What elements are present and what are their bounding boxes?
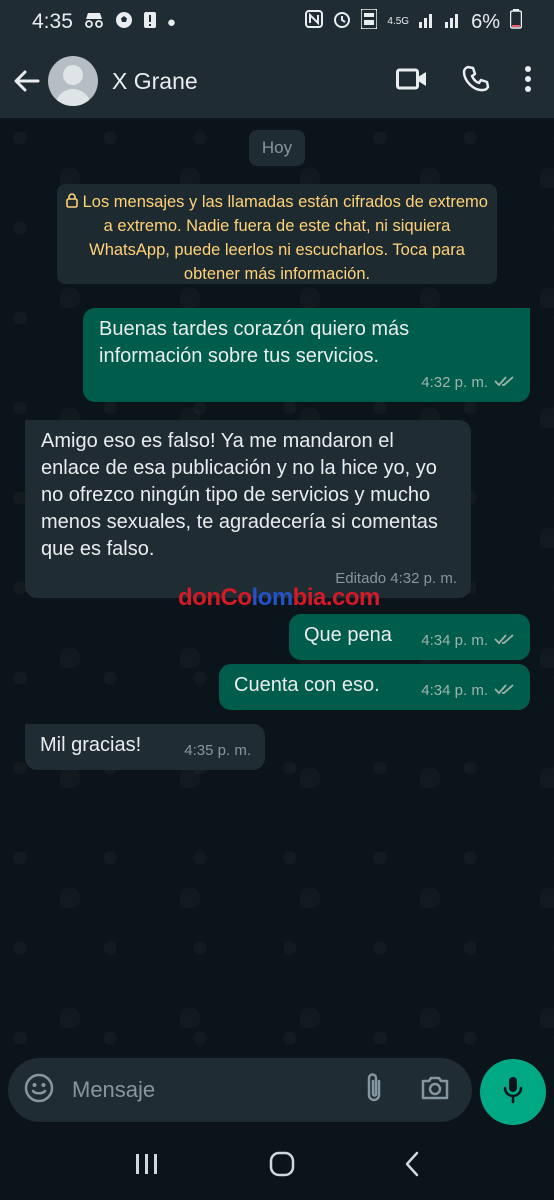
voice-call-icon[interactable]: [462, 65, 490, 98]
status-bar: 4:35 ● 4.5G 6%: [0, 0, 554, 44]
chat-area[interactable]: Hoy Los mensajes y las llamadas están ci…: [0, 118, 554, 1058]
message-time: 4:35 p. m.: [184, 742, 251, 759]
home-icon[interactable]: [269, 1151, 295, 1182]
date-chip: Hoy: [249, 130, 305, 166]
more-options-icon[interactable]: [524, 65, 532, 97]
recent-apps-icon[interactable]: [134, 1152, 160, 1181]
lock-icon: [66, 193, 83, 211]
contact-name[interactable]: X Grane: [112, 68, 198, 95]
volte-icon: [360, 8, 379, 35]
alarm-icon: [333, 10, 351, 34]
emoji-icon[interactable]: [24, 1073, 54, 1108]
dot-icon: ●: [166, 13, 176, 31]
microphone-icon: [503, 1076, 523, 1109]
back-icon[interactable]: [404, 1151, 420, 1182]
battery-percent: 6%: [471, 10, 500, 33]
back-arrow-icon[interactable]: [12, 66, 42, 96]
message-input-bar[interactable]: Mensaje: [8, 1058, 472, 1122]
encryption-text: Los mensajes y las llamadas están cifrad…: [82, 193, 488, 283]
double-check-icon: [494, 627, 516, 654]
message-bubble-outgoing[interactable]: Cuenta con eso. 4:34 p. m.: [219, 664, 530, 710]
signal-icon-1: [419, 10, 435, 34]
alert-icon: [143, 11, 157, 33]
attach-icon[interactable]: [364, 1072, 384, 1109]
signal-icon-2: [445, 10, 461, 34]
nfc-icon: [305, 10, 324, 34]
message-bubble-outgoing[interactable]: Que pena 4:34 p. m.: [289, 614, 530, 660]
network-type: 4.5G: [387, 16, 410, 27]
message-text: Amigo eso es falso! Ya me mandaron el en…: [41, 430, 438, 560]
video-call-icon[interactable]: [396, 67, 428, 96]
status-time: 4:35: [32, 10, 73, 33]
message-bubble-incoming[interactable]: Amigo eso es falso! Ya me mandaron el en…: [25, 420, 471, 598]
incognito-icon: [83, 12, 105, 32]
message-text: Buenas tardes corazón quiero más informa…: [99, 318, 410, 367]
double-check-icon: [494, 677, 516, 704]
soccer-ball-icon: [115, 11, 133, 33]
message-time: 4:34 p. m.: [421, 682, 488, 699]
avatar[interactable]: [48, 56, 98, 106]
message-bubble-incoming[interactable]: Mil gracias! 4:35 p. m.: [25, 724, 265, 770]
encryption-notice[interactable]: Los mensajes y las llamadas están cifrad…: [57, 184, 497, 284]
system-nav-bar: [0, 1132, 554, 1200]
message-bubble-outgoing[interactable]: Buenas tardes corazón quiero más informa…: [83, 308, 530, 402]
double-check-icon: [494, 369, 516, 396]
chat-header: X Grane: [0, 44, 554, 118]
watermark: donColombia.com: [178, 584, 380, 611]
camera-icon[interactable]: [420, 1075, 450, 1106]
battery-icon: [509, 9, 523, 35]
message-time: 4:34 p. m.: [421, 632, 488, 649]
message-input[interactable]: Mensaje: [72, 1077, 364, 1103]
message-time: 4:32 p. m.: [421, 374, 488, 391]
microphone-button[interactable]: [480, 1059, 546, 1125]
